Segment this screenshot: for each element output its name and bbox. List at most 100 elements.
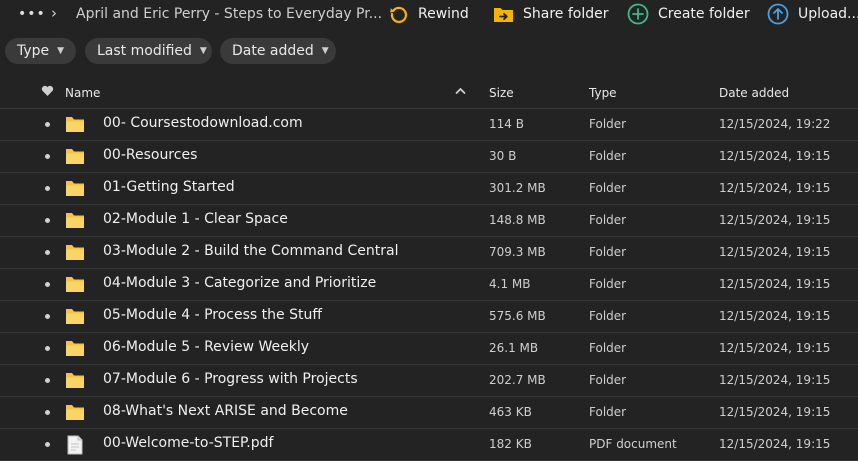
file-size: 301.2 MB: [489, 181, 546, 195]
rewind-label: Rewind: [418, 6, 469, 22]
share-folder-icon: [494, 8, 513, 22]
folder-icon: [65, 307, 85, 329]
file-name[interactable]: 08-What's Next ARISE and Become: [103, 403, 348, 419]
file-date-added: 12/15/2024, 19:15: [719, 405, 831, 419]
file-name[interactable]: 07-Module 6 - Progress with Projects: [103, 371, 358, 387]
chevron-down-icon: ▼: [321, 46, 329, 56]
create-folder-button[interactable]: Create folder: [627, 2, 750, 26]
upload-button[interactable]: Upload...: [767, 2, 858, 26]
file-date-added: 12/15/2024, 19:15: [719, 213, 831, 227]
folder-icon: [65, 243, 85, 265]
breadcrumb[interactable]: April and Eric Perry - Steps to Everyday…: [76, 6, 382, 22]
folder-icon: [65, 115, 85, 137]
file-type: Folder: [589, 213, 627, 227]
file-type: PDF document: [589, 437, 677, 451]
file-size: 575.6 MB: [489, 309, 546, 323]
table-row[interactable]: 02-Module 1 - Clear Space 148.8 MB Folder 1…: [0, 205, 858, 237]
rewind-button[interactable]: Rewind: [389, 2, 469, 26]
create-folder-icon: [627, 3, 649, 25]
select-dot-icon[interactable]: [45, 346, 50, 351]
file-name[interactable]: 00-Welcome-to-STEP.pdf: [103, 435, 273, 451]
file-date-added: 12/15/2024, 19:15: [719, 373, 831, 387]
file-type: Folder: [589, 309, 627, 323]
file-name[interactable]: 02-Module 1 - Clear Space: [103, 211, 288, 227]
share-folder-label: Share folder: [523, 6, 609, 22]
file-date-added: 12/15/2024, 19:15: [719, 277, 831, 291]
heart-icon[interactable]: [41, 85, 54, 100]
folder-icon: [65, 211, 85, 233]
select-dot-icon[interactable]: [45, 186, 50, 191]
select-dot-icon[interactable]: [45, 314, 50, 319]
file-type: Folder: [589, 373, 627, 387]
file-type: Folder: [589, 341, 627, 355]
table-row[interactable]: 00-Resources 30 B Folder 12/15/2024, 19:15: [0, 141, 858, 173]
file-date-added: 12/15/2024, 19:15: [719, 245, 831, 259]
select-dot-icon[interactable]: [45, 410, 50, 415]
table-row[interactable]: 06-Module 5 - Review Weekly 26.1 MB Folder…: [0, 333, 858, 365]
select-dot-icon[interactable]: [45, 282, 50, 287]
folder-icon: [65, 147, 85, 169]
column-header-size[interactable]: Size: [489, 86, 514, 100]
folder-icon: [65, 403, 85, 425]
table-row[interactable]: 00- Coursestodownload.com 114 B Folder 12/1…: [0, 109, 858, 141]
table-row[interactable]: 03-Module 2 - Build the Command Central 7…: [0, 237, 858, 269]
table-row[interactable]: 08-What's Next ARISE and Become 463 KB Fol…: [0, 397, 858, 429]
select-dot-icon[interactable]: [45, 378, 50, 383]
pdf-file-icon: [65, 435, 85, 459]
file-type: Folder: [589, 245, 627, 259]
last-modified-filter-label: Last modified: [97, 43, 192, 59]
date-added-filter-label: Date added: [232, 43, 314, 59]
file-date-added: 12/15/2024, 19:15: [719, 437, 831, 451]
type-filter[interactable]: Type ▼: [5, 38, 76, 64]
file-name[interactable]: 03-Module 2 - Build the Command Central: [103, 243, 398, 259]
more-options-icon[interactable]: •••: [18, 6, 46, 22]
last-modified-filter[interactable]: Last modified ▼: [85, 38, 212, 64]
file-type: Folder: [589, 181, 627, 195]
chevron-up-icon[interactable]: [455, 85, 466, 100]
file-date-added: 12/15/2024, 19:15: [719, 341, 831, 355]
select-dot-icon[interactable]: [45, 218, 50, 223]
table-row[interactable]: 00-Welcome-to-STEP.pdf 182 KB PDF document…: [0, 429, 858, 461]
file-date-added: 12/15/2024, 19:15: [719, 181, 831, 195]
file-name[interactable]: 05-Module 4 - Process the Stuff: [103, 307, 322, 323]
create-folder-label: Create folder: [658, 6, 750, 22]
folder-icon: [65, 275, 85, 297]
file-size: 26.1 MB: [489, 341, 539, 355]
folder-icon: [65, 339, 85, 361]
file-size: 182 KB: [489, 437, 532, 451]
select-dot-icon[interactable]: [45, 442, 50, 447]
file-date-added: 12/15/2024, 19:22: [719, 117, 831, 131]
date-added-filter[interactable]: Date added ▼: [220, 38, 336, 64]
file-name[interactable]: 00- Coursestodownload.com: [103, 115, 303, 131]
folder-icon: [65, 179, 85, 201]
upload-icon: [767, 3, 789, 25]
column-header-name[interactable]: Name: [65, 86, 100, 100]
column-header-date-added[interactable]: Date added: [719, 86, 789, 100]
file-name[interactable]: 04-Module 3 - Categorize and Prioritize: [103, 275, 376, 291]
file-type: Folder: [589, 277, 627, 291]
file-type: Folder: [589, 117, 627, 131]
share-folder-button[interactable]: Share folder: [493, 2, 609, 26]
file-date-added: 12/15/2024, 19:15: [719, 309, 831, 323]
upload-label: Upload...: [798, 6, 858, 22]
column-header-type[interactable]: Type: [589, 86, 617, 100]
file-type: Folder: [589, 149, 627, 163]
select-dot-icon[interactable]: [45, 250, 50, 255]
file-date-added: 12/15/2024, 19:15: [719, 149, 831, 163]
select-dot-icon[interactable]: [45, 122, 50, 127]
table-row[interactable]: 07-Module 6 - Progress with Projects 202.…: [0, 365, 858, 397]
file-size: 202.7 MB: [489, 373, 546, 387]
file-name[interactable]: 00-Resources: [103, 147, 197, 163]
table-row[interactable]: 05-Module 4 - Process the Stuff 575.6 MB F…: [0, 301, 858, 333]
file-name[interactable]: 06-Module 5 - Review Weekly: [103, 339, 309, 355]
select-dot-icon[interactable]: [45, 154, 50, 159]
file-type: Folder: [589, 405, 627, 419]
file-size: 148.8 MB: [489, 213, 546, 227]
table-row[interactable]: 04-Module 3 - Categorize and Prioritize 4…: [0, 269, 858, 301]
table-row[interactable]: 01-Getting Started 301.2 MB Folder 12/15/20…: [0, 173, 858, 205]
chevron-down-icon: ▼: [57, 46, 65, 56]
toolbar: ••• › April and Eric Perry - Steps to Ev…: [0, 0, 858, 30]
file-name[interactable]: 01-Getting Started: [103, 179, 235, 195]
rewind-icon: [390, 6, 408, 23]
file-size: 709.3 MB: [489, 245, 546, 259]
